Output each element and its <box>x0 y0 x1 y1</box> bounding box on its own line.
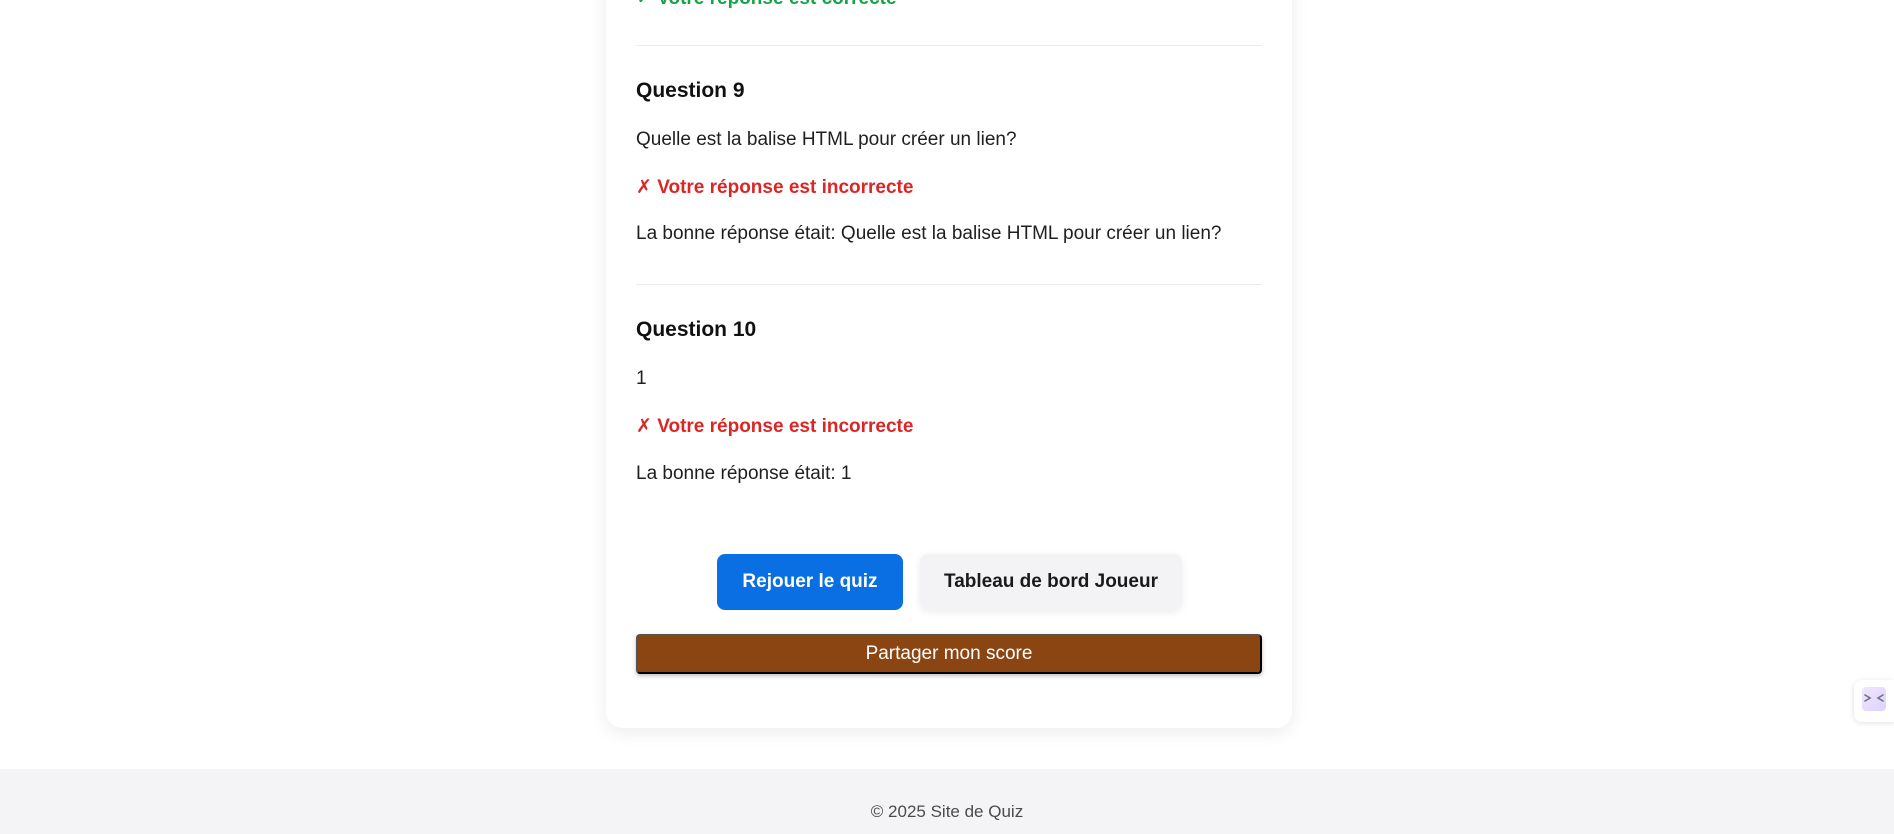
divider <box>636 45 1262 46</box>
footer: © 2025 Site de Quiz <box>0 769 1894 834</box>
question-9-text: Quelle est la balise HTML pour créer un … <box>636 129 1017 150</box>
share-score-button[interactable]: Partager mon score <box>636 634 1262 674</box>
footer-copyright: © 2025 Site de Quiz <box>870 802 1024 821</box>
replay-quiz-button[interactable]: Rejouer le quiz <box>717 554 903 610</box>
previous-question-result: ✓ Votre réponse est correcte <box>636 0 897 10</box>
results-card <box>606 0 1292 728</box>
question-10-title: Question 10 <box>636 318 757 341</box>
side-widget-toggle[interactable] <box>1854 680 1894 722</box>
divider <box>636 284 1262 285</box>
question-9-correct-answer: La bonne réponse était: Quelle est la ba… <box>636 223 1222 244</box>
question-10-correct-answer: La bonne réponse était: 1 <box>636 463 852 484</box>
collapse-arrows-icon <box>1861 686 1887 717</box>
question-9-title: Question 9 <box>636 79 745 102</box>
question-10-result: ✗ Votre réponse est incorrecte <box>636 416 914 437</box>
question-10-text: 1 <box>636 368 647 389</box>
player-dashboard-button[interactable]: Tableau de bord Joueur <box>920 554 1182 610</box>
question-9-result: ✗ Votre réponse est incorrecte <box>636 177 914 198</box>
